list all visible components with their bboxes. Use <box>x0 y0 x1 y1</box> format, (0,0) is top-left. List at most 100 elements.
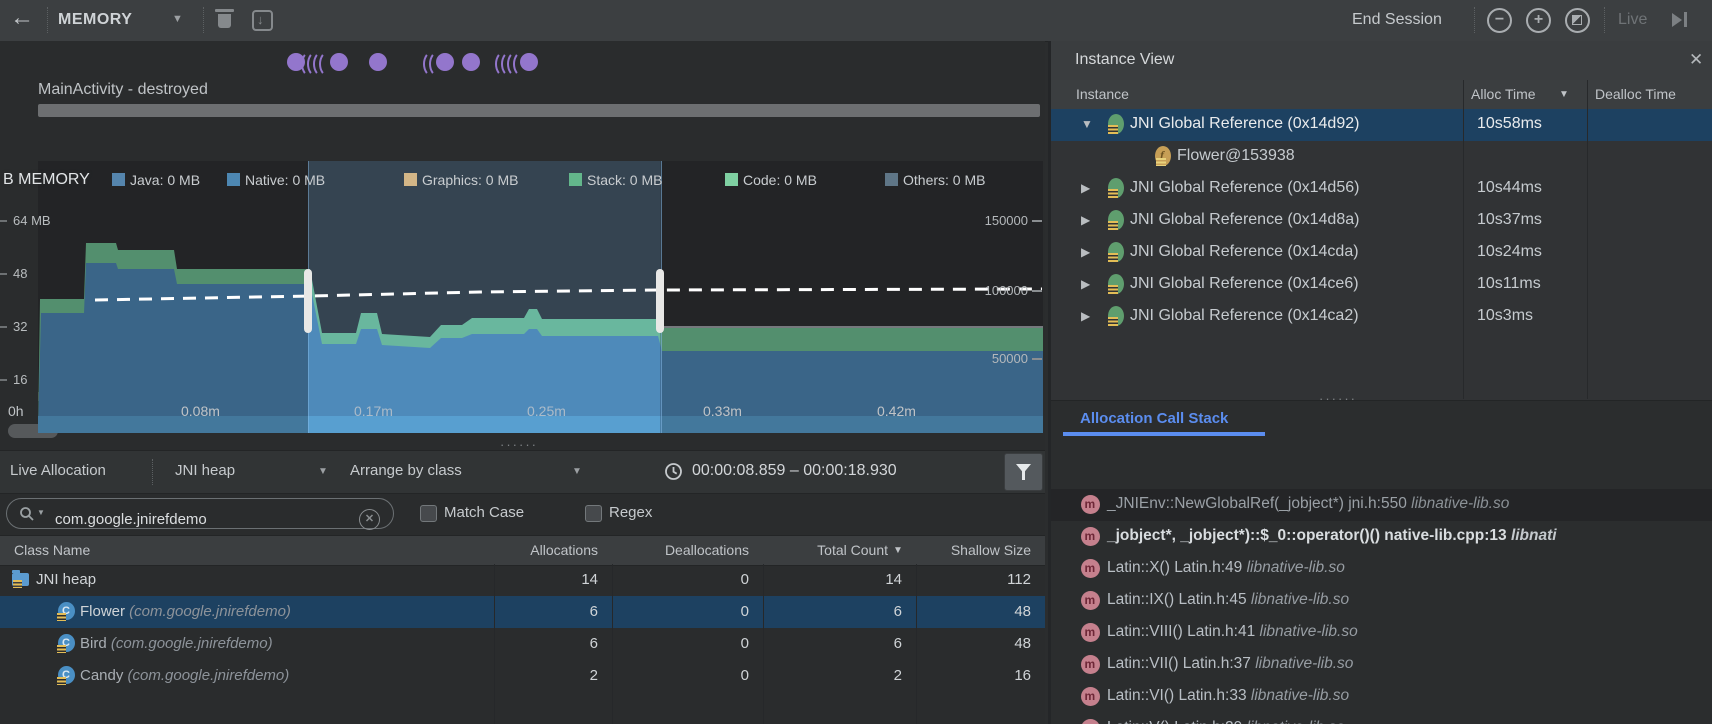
frame-library: libnative-lib.so <box>1260 623 1358 640</box>
col-dealloc-time[interactable]: Dealloc Time <box>1595 86 1676 102</box>
instance-row[interactable]: Flower@153938 <box>1051 141 1712 173</box>
call-stack-frame[interactable]: Latin::VI() Latin.h:33 libnative-lib.so <box>1051 681 1712 713</box>
class-table-header[interactable]: Class Name Allocations Deallocations Tot… <box>0 535 1045 566</box>
instance-table-header[interactable]: Instance Alloc Time ▼ Dealloc Time <box>1051 80 1712 110</box>
table-row[interactable]: JNI heap14014112 <box>0 564 1045 596</box>
instance-label: JNI Global Reference (0x14d8a) <box>1130 211 1359 229</box>
col-total-count[interactable]: Total Count <box>763 542 888 558</box>
zoom-to-fit-icon[interactable] <box>1565 8 1590 33</box>
jni-reference-icon <box>1108 274 1124 294</box>
col-shallow-size[interactable]: Shallow Size <box>916 542 1031 558</box>
method-icon <box>1081 719 1100 724</box>
match-case-checkbox[interactable] <box>420 505 437 522</box>
call-stack-frame[interactable]: Latin::IX() Latin.h:45 libnative-lib.so <box>1051 585 1712 617</box>
numeric-cell: 6 <box>494 603 598 620</box>
go-live-icon[interactable] <box>1672 12 1687 27</box>
instance-column-separator <box>1463 80 1464 399</box>
table-row[interactable]: Candy (com.google.jnirefdemo)20216 <box>0 660 1045 692</box>
zoom-in-icon[interactable]: + <box>1526 8 1551 33</box>
class-icon <box>58 666 75 684</box>
y-axis-tick <box>0 220 7 222</box>
zoom-out-icon[interactable]: − <box>1487 8 1512 33</box>
filter-button[interactable] <box>1004 453 1043 491</box>
legend-chip-code <box>725 173 738 186</box>
regex-label: Regex <box>609 504 652 521</box>
col-allocations[interactable]: Allocations <box>494 542 598 558</box>
instance-row[interactable]: ▶JNI Global Reference (0x14d56)10s44ms <box>1051 173 1712 205</box>
top-toolbar: ← MEMORY ▼ End Session − + Live <box>0 0 1712 42</box>
back-icon[interactable]: ← <box>10 4 34 32</box>
call-stack-frame[interactable]: Latin::V() Latin.h:29 libnative-lib.so <box>1051 713 1712 724</box>
export-icon[interactable] <box>252 10 273 31</box>
selection-handle-left[interactable] <box>304 269 312 333</box>
call-stack-frame[interactable]: Latin::VIII() Latin.h:41 libnative-lib.s… <box>1051 617 1712 649</box>
search-input[interactable]: ▼ com.google.jnirefdemo ✕ <box>6 498 394 529</box>
instance-row[interactable]: ▶JNI Global Reference (0x14ca2)10s3ms <box>1051 301 1712 333</box>
right-axis-tick <box>1032 220 1042 222</box>
col-alloc-time[interactable]: Alloc Time <box>1471 86 1536 102</box>
table-column-separator <box>763 564 764 724</box>
search-options-caret[interactable]: ▼ <box>37 508 45 517</box>
numeric-cell: 0 <box>612 667 749 684</box>
regex-checkbox[interactable] <box>585 505 602 522</box>
memory-profiler-window: ← MEMORY ▼ End Session − + Live MainActi… <box>0 0 1712 724</box>
memory-timeline-chart[interactable]: B MEMORY Java: 0 MBNative: 0 MBGraphics:… <box>0 120 1045 442</box>
table-row[interactable]: Flower (com.google.jnirefdemo)60648 <box>0 596 1045 628</box>
instance-label: Flower@153938 <box>1177 147 1295 165</box>
heap-select[interactable]: JNI heap <box>175 462 235 479</box>
alloc-time-cell: 10s37ms <box>1477 211 1542 229</box>
table-column-separator <box>612 564 613 724</box>
alloc-time-cell: 10s58ms <box>1477 115 1542 133</box>
allocation-controls-row: Live Allocation JNI heap ▼ Arrange by cl… <box>0 450 1045 494</box>
arrange-by-select[interactable]: Arrange by class <box>350 462 462 479</box>
call-stack-frame[interactable]: _JNIEnv::NewGlobalRef(_jobject*) jni.h:5… <box>1051 489 1712 521</box>
package-name: (com.google.jnirefdemo) <box>123 667 289 684</box>
col-instance[interactable]: Instance <box>1076 86 1129 102</box>
clear-search-icon[interactable]: ✕ <box>359 509 380 530</box>
collapse-icon[interactable]: ▶ <box>1081 213 1090 227</box>
col-deallocations[interactable]: Deallocations <box>612 542 749 558</box>
live-button[interactable]: Live <box>1618 11 1647 29</box>
frame-function: _jobject*, _jobject*)::$_0::operator()()… <box>1107 527 1511 544</box>
call-stack-frame[interactable]: Latin::X() Latin.h:49 libnative-lib.so <box>1051 553 1712 585</box>
selection-handle-right[interactable] <box>656 269 664 333</box>
user-touch-event-icon <box>330 53 348 71</box>
collapse-icon[interactable]: ▶ <box>1081 277 1090 291</box>
method-icon <box>1081 623 1100 642</box>
class-icon <box>58 602 75 620</box>
tab-active-underline <box>1063 432 1265 436</box>
chevron-down-icon[interactable]: ▼ <box>318 466 328 477</box>
collapse-icon[interactable]: ▶ <box>1081 181 1090 195</box>
instance-row[interactable]: ▼JNI Global Reference (0x14d92)10s58ms <box>1051 109 1712 141</box>
numeric-cell: 6 <box>763 603 902 620</box>
call-stack-frame[interactable]: _jobject*, _jobject*)::$_0::operator()()… <box>1051 521 1712 553</box>
instance-row[interactable]: ▶JNI Global Reference (0x14ce6)10s11ms <box>1051 269 1712 301</box>
collapse-icon[interactable]: ▶ <box>1081 245 1090 259</box>
tab-allocation-call-stack[interactable]: Allocation Call Stack <box>1080 410 1228 427</box>
instance-row[interactable]: ▶ JNI Global Reference (0x14d8a) 10s37ms <box>1051 205 1712 237</box>
horizontal-splitter-handle[interactable]: ······ <box>1319 391 1357 406</box>
call-stack-frame[interactable]: Latin::VII() Latin.h:37 libnative-lib.so <box>1051 649 1712 681</box>
close-icon[interactable]: ✕ <box>1689 50 1703 70</box>
jni-reference-icon <box>1108 114 1124 134</box>
legend-label: Stack: 0 MB <box>587 172 662 188</box>
session-title[interactable]: MEMORY <box>58 11 132 29</box>
col-class-name[interactable]: Class Name <box>14 542 90 558</box>
end-session-button[interactable]: End Session <box>1352 11 1442 29</box>
frame-function: Latin::VI() Latin.h:33 <box>1107 687 1251 704</box>
method-icon <box>1081 527 1100 546</box>
chevron-down-icon[interactable]: ▼ <box>172 13 183 25</box>
collapse-icon[interactable]: ▶ <box>1081 309 1090 323</box>
legend-label: Code: 0 MB <box>743 172 817 188</box>
expand-icon[interactable]: ▼ <box>1081 117 1093 131</box>
frame-text: Latin::VIII() Latin.h:41 libnative-lib.s… <box>1107 623 1358 641</box>
legend-label: Others: 0 MB <box>903 172 985 188</box>
legend-chip-others <box>885 173 898 186</box>
chevron-down-icon[interactable]: ▼ <box>572 466 582 477</box>
legend-chip-stack <box>569 173 582 186</box>
table-row[interactable]: Bird (com.google.jnirefdemo)60648 <box>0 628 1045 660</box>
instance-row[interactable]: ▶JNI Global Reference (0x14cda)10s24ms <box>1051 237 1712 269</box>
frame-function: Latin::VIII() Latin.h:41 <box>1107 623 1260 640</box>
trash-icon[interactable] <box>218 14 231 28</box>
method-icon <box>1081 591 1100 610</box>
